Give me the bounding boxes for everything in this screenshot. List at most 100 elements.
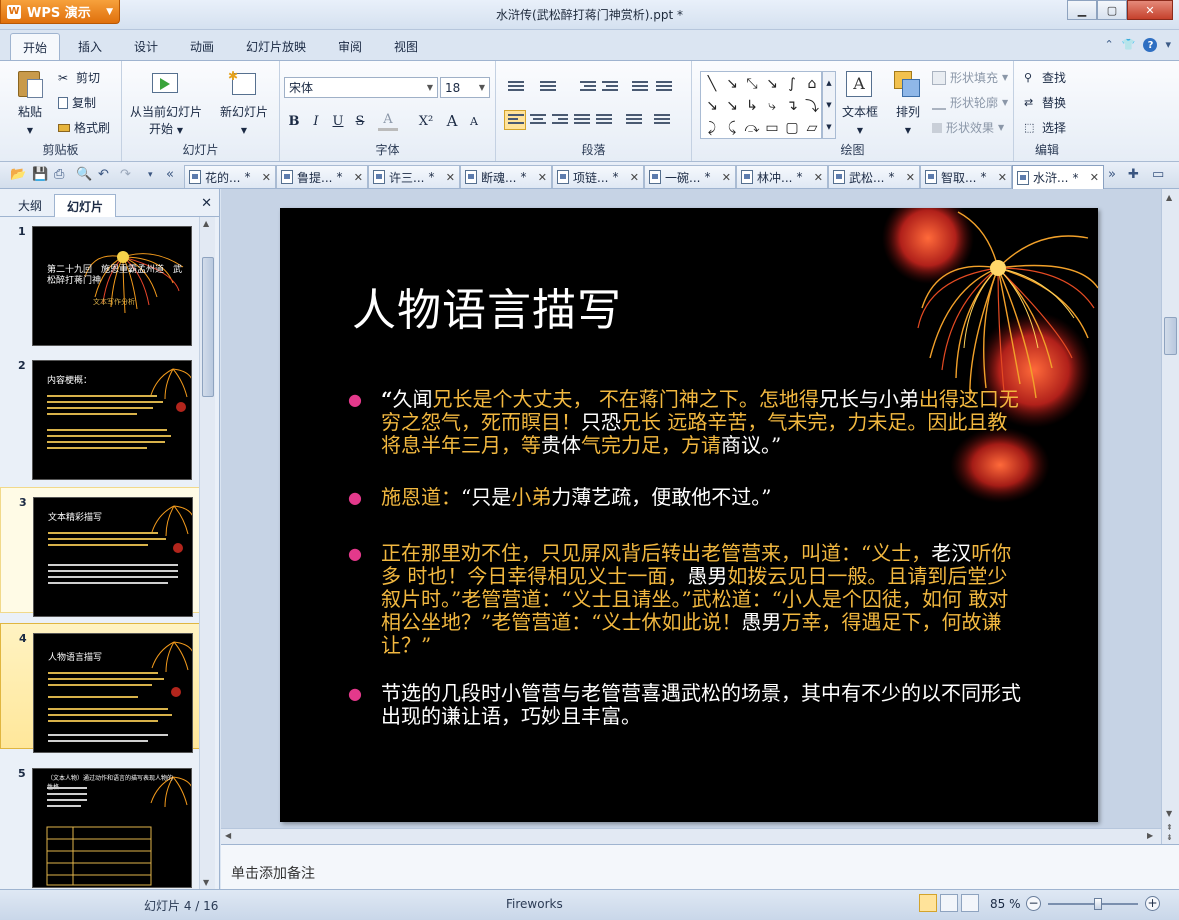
copy-button[interactable]: 复制	[58, 94, 96, 111]
open-folder-icon[interactable]: 📂	[10, 167, 26, 182]
close-icon[interactable]: ✕	[201, 196, 212, 211]
tab-outline[interactable]: 大纲	[6, 194, 54, 217]
customize-toolbar-icon[interactable]: ▾	[148, 170, 153, 180]
textbox-button[interactable]: A 文本框 ▼	[842, 69, 878, 135]
doc-tab-active[interactable]: 水浒... * ✕	[1012, 165, 1104, 189]
current-slide[interactable]: 人物语言描写 ● “久闻兄长是个大丈夫， 不在蒋门神之下。怎地得兄长与小弟出得这…	[280, 208, 1098, 822]
arrow-shape-icon[interactable]: ↘	[702, 95, 722, 117]
scrollbar-thumb[interactable]	[1164, 317, 1177, 355]
undo-icon[interactable]: ↶	[98, 167, 109, 182]
shapes-gallery-scroll[interactable]: ▲ ▼ ▼	[822, 71, 836, 139]
zoom-knob[interactable]	[1093, 898, 1102, 910]
rectangle-shape-icon[interactable]: ▭	[762, 117, 782, 139]
chevron-down-icon[interactable]: ▾	[1165, 38, 1171, 52]
shapes-gallery[interactable]: ╲ ↘ ⤡ ↘ ∫ ⌂ ↘ ↘ ↳ ⤷ ↴ ⤵ ⤸ ⤹ ⤼ ▭ ▢ ▱	[700, 71, 822, 139]
strike-button[interactable]: S	[350, 111, 370, 131]
slide-thumbnail[interactable]: 3 文本精彩描写	[0, 487, 200, 617]
close-icon[interactable]: ✕	[262, 171, 271, 184]
paragraph-spacing-icon[interactable]	[654, 114, 670, 128]
elbow-connector-icon[interactable]: ↳	[742, 95, 762, 117]
next-slide-icon[interactable]: ⇟	[1166, 833, 1173, 842]
tab-slideshow[interactable]: 幻灯片放映	[246, 38, 306, 55]
close-icon[interactable]: ✕	[1090, 171, 1099, 184]
indent-increase-icon[interactable]	[602, 81, 618, 95]
shape-fill-button[interactable]: 形状填充 ▼	[932, 69, 1008, 86]
print-icon[interactable]: ⎙	[54, 167, 64, 182]
font-size-combo[interactable]: 18 ▼	[440, 77, 490, 98]
doc-tab[interactable]: 智取... * ✕	[920, 165, 1012, 188]
tab-review[interactable]: 审阅	[338, 38, 362, 55]
close-icon[interactable]: ✕	[446, 171, 455, 184]
paste-button[interactable]: 粘贴 ▼	[14, 69, 46, 135]
normal-view-icon[interactable]	[919, 894, 937, 912]
align-right-icon[interactable]	[552, 114, 568, 128]
grow-font-button[interactable]: A	[442, 111, 462, 131]
previous-slide-icon[interactable]: ⇞	[1166, 823, 1173, 832]
chevron-down-icon[interactable]: ▼	[826, 101, 831, 109]
tab-design[interactable]: 设计	[134, 38, 158, 55]
format-painter-button[interactable]: 格式刷	[58, 119, 110, 136]
tab-insert[interactable]: 插入	[78, 38, 102, 55]
justify-icon[interactable]	[574, 114, 590, 128]
doc-tab[interactable]: 花的... * ✕	[184, 165, 276, 188]
editor-horizontal-scrollbar[interactable]: ◀ ▶	[221, 828, 1161, 844]
close-icon[interactable]: ✕	[906, 171, 915, 184]
line-shape-icon[interactable]: ╲	[702, 73, 722, 95]
close-icon[interactable]: ✕	[722, 171, 731, 184]
text-direction-icon[interactable]	[632, 81, 648, 95]
curved-connector-icon[interactable]: ⤼	[742, 117, 762, 139]
elbow-connector-icon[interactable]: ↴	[782, 95, 802, 117]
scroll-up-icon[interactable]: ▲	[203, 219, 209, 228]
align-left-button[interactable]	[504, 110, 526, 130]
tab-slides[interactable]: 幻灯片	[54, 194, 117, 217]
save-icon[interactable]: 💾	[32, 167, 48, 182]
bold-button[interactable]: B	[284, 111, 304, 131]
expand-gallery-icon[interactable]: ▼	[826, 123, 831, 131]
doc-tab[interactable]: 一碗... * ✕	[644, 165, 736, 188]
new-slide-button[interactable]: ✱ 新幻灯片 ▼	[220, 69, 268, 135]
tabs-scroll-right-icon[interactable]: »	[1108, 167, 1116, 182]
scroll-down-icon[interactable]: ▼	[1166, 809, 1172, 818]
find-button[interactable]: ⚲ 查找	[1024, 69, 1066, 86]
print-preview-icon[interactable]: 🔍	[76, 167, 92, 182]
elbow-connector-icon[interactable]: ⤵	[802, 95, 822, 117]
scroll-right-icon[interactable]: ▶	[1147, 831, 1153, 840]
line-spacing-icon[interactable]	[626, 114, 642, 128]
bullet-list-icon[interactable]	[508, 81, 524, 95]
font-name-combo[interactable]: 宋体 ▼	[284, 77, 438, 98]
collapse-ribbon-icon[interactable]: ⌃	[1105, 38, 1114, 52]
underline-button[interactable]: U	[328, 111, 348, 131]
align-center-icon[interactable]	[530, 114, 546, 128]
italic-button[interactable]: I	[306, 111, 326, 131]
zoom-in-button[interactable]: +	[1145, 896, 1160, 911]
shape-effect-button[interactable]: 形状效果 ▼	[932, 119, 1004, 136]
skin-icon[interactable]: 👕	[1122, 38, 1136, 52]
slide-thumbnail[interactable]: 1 第二十九回 施恩重霸孟州道 武松醉打蒋门神 文本写作分析	[0, 217, 200, 346]
close-icon[interactable]: ✕	[814, 171, 823, 184]
doc-tab[interactable]: 鲁提... * ✕	[276, 165, 368, 188]
shape-outline-button[interactable]: 形状轮廓 ▼	[932, 94, 1008, 111]
tab-animation[interactable]: 动画	[190, 38, 214, 55]
slide-title[interactable]: 人物语言描写	[352, 274, 622, 338]
slides-panel-scrollbar[interactable]: ▲ ▼	[199, 217, 215, 889]
notes-pane[interactable]: 单击添加备注	[221, 844, 1179, 889]
close-icon[interactable]: ✕	[630, 171, 639, 184]
arrange-button[interactable]: 排列 ▼	[892, 69, 924, 135]
close-icon[interactable]: ✕	[354, 171, 363, 184]
numbered-list-icon[interactable]	[540, 81, 556, 95]
slide-thumbnail[interactable]: 2 内容梗概：	[0, 351, 200, 480]
tab-home[interactable]: 开始	[10, 33, 61, 61]
redo-icon[interactable]: ↷	[120, 167, 131, 182]
double-arrow-shape-icon[interactable]: ⤡	[742, 73, 762, 95]
doc-tab[interactable]: 断魂... * ✕	[460, 165, 552, 188]
slide-thumbnail[interactable]: 5 （文本人物）通过动作和语言的描写表现人物的性格	[0, 759, 200, 888]
doc-tab[interactable]: 武松... * ✕	[828, 165, 920, 188]
rounded-rectangle-shape-icon[interactable]: ▢	[782, 117, 802, 139]
play-from-current-button[interactable]: 从当前幻灯片 开始 ▼	[130, 69, 202, 137]
curved-connector-icon[interactable]: ⤹	[722, 117, 742, 139]
chevron-up-icon[interactable]: ▲	[826, 79, 831, 87]
new-tab-icon[interactable]: ✚	[1128, 167, 1139, 182]
close-icon[interactable]: ✕	[538, 171, 547, 184]
doc-tab[interactable]: 许三... * ✕	[368, 165, 460, 188]
help-icon[interactable]: ?	[1143, 38, 1158, 52]
